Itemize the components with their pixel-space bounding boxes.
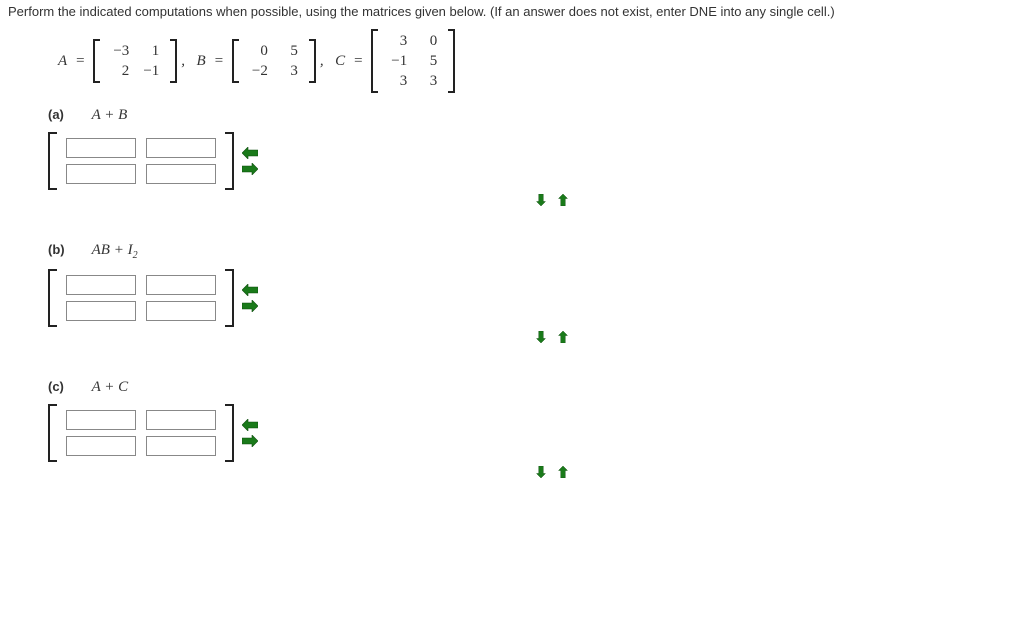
bracket-left-icon — [48, 132, 58, 190]
answer-a-r1c0[interactable] — [66, 164, 136, 184]
question-prompt: Perform the indicated computations when … — [8, 4, 1016, 19]
answer-a-r0c0[interactable] — [66, 138, 136, 158]
part-c: (c) A + C — [48, 379, 1016, 478]
answer-b-r0c1[interactable] — [146, 275, 216, 295]
matrix-A: −3 1 2 −1 — [101, 39, 169, 83]
answer-grid-b — [58, 269, 224, 327]
add-column-icon[interactable] — [242, 300, 258, 312]
remove-row-icon[interactable] — [555, 331, 571, 343]
add-column-icon[interactable] — [242, 163, 258, 175]
matrix-A-brackets: −3 1 2 −1 — [93, 39, 177, 83]
add-row-icon[interactable] — [533, 194, 549, 206]
answer-b-r1c1[interactable] — [146, 301, 216, 321]
part-b: (b) AB + I2 — [48, 242, 1016, 343]
answer-a-r0c1[interactable] — [146, 138, 216, 158]
part-a-expression: A + B — [92, 107, 128, 123]
matrix-B: 0 5 −2 3 — [240, 39, 308, 83]
remove-row-icon[interactable] — [555, 466, 571, 478]
matrix-C-brackets: 3 0 −1 5 3 3 — [371, 29, 455, 93]
bracket-left-icon — [48, 269, 58, 327]
answer-grid-a — [58, 132, 224, 190]
matrix-C-label: C — [335, 53, 345, 70]
matrix-A-label: A — [58, 53, 67, 70]
given-matrices: A = −3 1 2 −1 , B = 0 5 −2 3 , C = 3 0 −… — [58, 29, 1016, 93]
part-b-tag: (b) — [48, 242, 88, 257]
bracket-right-icon — [224, 404, 234, 462]
part-c-expression: A + C — [92, 379, 129, 395]
part-b-expression: AB + I2 — [92, 242, 138, 258]
part-c-tag: (c) — [48, 379, 88, 394]
answer-c-r1c1[interactable] — [146, 436, 216, 456]
answer-c-r0c0[interactable] — [66, 410, 136, 430]
answer-c-r0c1[interactable] — [146, 410, 216, 430]
matrix-B-brackets: 0 5 −2 3 — [232, 39, 316, 83]
answer-b-r1c0[interactable] — [66, 301, 136, 321]
part-a-tag: (a) — [48, 107, 88, 122]
add-row-icon[interactable] — [533, 331, 549, 343]
answer-c-r1c0[interactable] — [66, 436, 136, 456]
matrix-B-label: B — [197, 53, 206, 70]
answer-a-r1c1[interactable] — [146, 164, 216, 184]
bracket-right-icon — [224, 269, 234, 327]
bracket-right-icon — [224, 132, 234, 190]
remove-row-icon[interactable] — [555, 194, 571, 206]
add-row-icon[interactable] — [533, 466, 549, 478]
answer-grid-c — [58, 404, 224, 462]
add-column-icon[interactable] — [242, 435, 258, 447]
part-a: (a) A + B — [48, 107, 1016, 206]
answer-b-r0c0[interactable] — [66, 275, 136, 295]
remove-column-icon[interactable] — [242, 147, 258, 159]
remove-column-icon[interactable] — [242, 284, 258, 296]
remove-column-icon[interactable] — [242, 419, 258, 431]
bracket-left-icon — [48, 404, 58, 462]
matrix-C: 3 0 −1 5 3 3 — [379, 29, 447, 93]
